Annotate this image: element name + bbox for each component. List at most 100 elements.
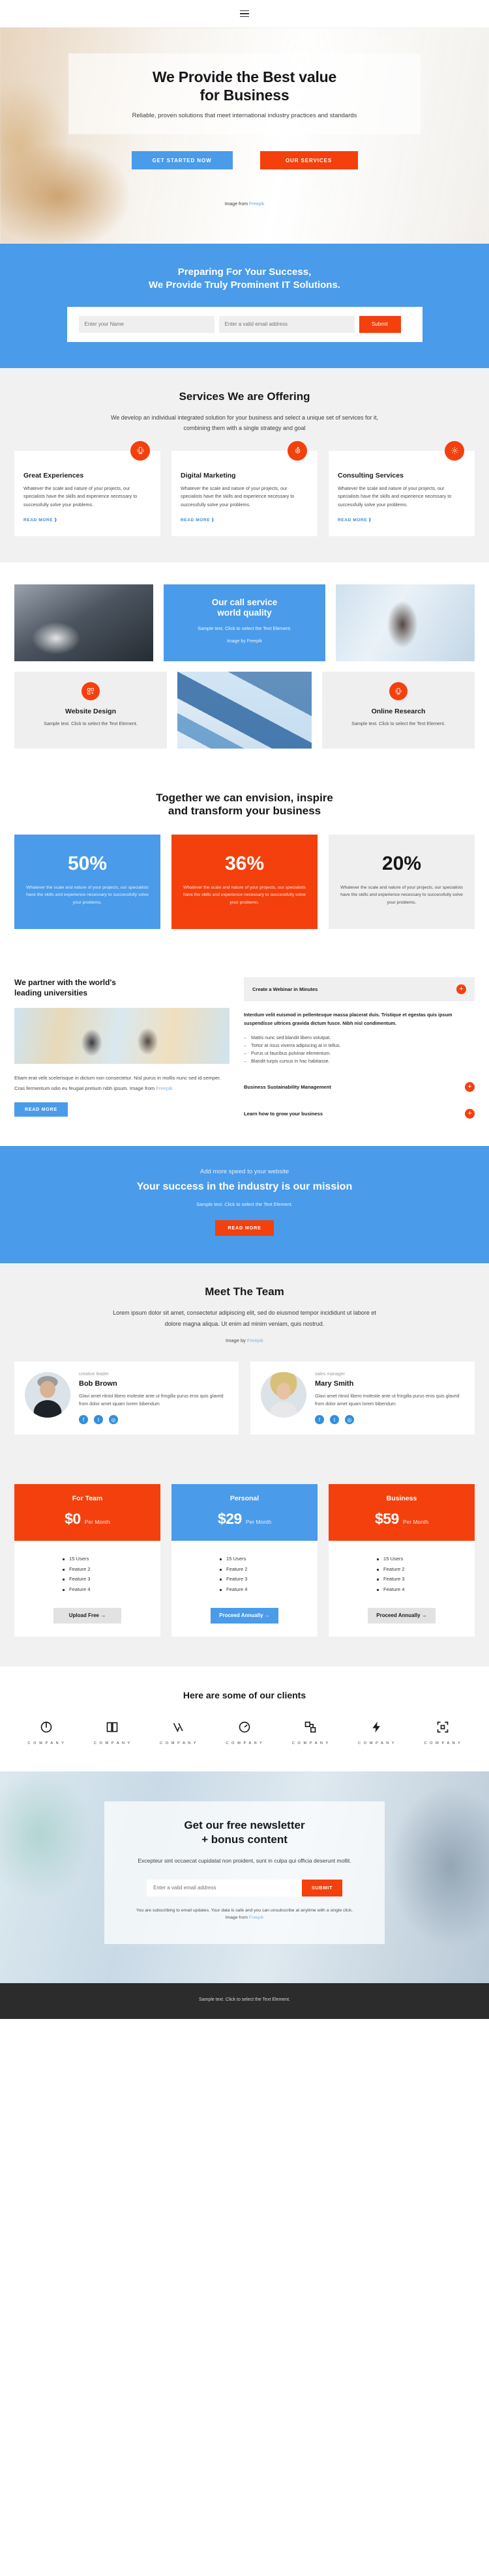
pricing-plan-card: Personal $29 Per Month 15 Users Feature … [171, 1484, 318, 1637]
universities-read-more-button[interactable]: READ MORE [14, 1102, 68, 1117]
hero-credit-link[interactable]: Freepik [249, 202, 264, 207]
accordion-grow-business[interactable]: Learn how to grow your business + [244, 1108, 475, 1119]
member-name: Mary Smith [315, 1380, 354, 1388]
twitter-icon[interactable]: t [330, 1415, 339, 1425]
stats-title-line2: and transform your business [168, 804, 321, 817]
classroom-photo [14, 1007, 230, 1064]
service-read-more-link[interactable]: READ MORE ⟫ [23, 517, 57, 522]
service-read-more-link[interactable]: READ MORE ⟫ [338, 517, 372, 522]
universities-left-column: We partner with the world's leading univ… [14, 977, 230, 1119]
plan-period: Per Month [402, 1519, 429, 1526]
subscribe-submit-button[interactable]: Submit [359, 315, 401, 333]
service-card[interactable]: Consulting Services Whatever the scale a… [329, 440, 475, 536]
accordion-create-webinar[interactable]: Create a Webinar in Minutes + [244, 977, 475, 1002]
team-credit-link[interactable]: Freepik [247, 1338, 263, 1343]
plan-header: Business $59 Per Month [329, 1484, 475, 1541]
squares-link-logo-icon [284, 1719, 337, 1736]
client-logo: C O M P A N Y [218, 1719, 271, 1745]
mobile-signal-icon [389, 681, 408, 700]
plan-cta-button[interactable]: Proceed Annually → [211, 1607, 278, 1624]
client-name: C O M P A N Y [291, 1741, 329, 1745]
stats-title-line1: Together we can envision, inspire [156, 791, 333, 804]
stat-text: Whatever the scale and nature of your pr… [340, 885, 463, 906]
avatar [261, 1372, 306, 1418]
newsletter-credit-link[interactable]: Freepik [249, 1915, 264, 1920]
plan-feature: Feature 2 [63, 1564, 112, 1575]
hero-title-line1: We Provide the Best value [152, 68, 337, 85]
member-bio: Glavi amet ritnisl libero molestie ante … [315, 1394, 460, 1407]
call-service-title: Our call service world quality [175, 597, 314, 620]
member-bio: Glavi amet ritnisl libero molestie ante … [79, 1394, 224, 1407]
plan-feature: Feature 4 [63, 1584, 112, 1595]
stats-row: 50% Whatever the scale and nature of you… [14, 834, 475, 930]
plan-cta-button[interactable]: Upload Free → [53, 1607, 121, 1624]
hero-image-credit: Image from Freepik [0, 202, 489, 207]
service-read-more-link[interactable]: READ MORE ⟫ [181, 517, 215, 522]
stats-title: Together we can envision, inspire and tr… [14, 792, 475, 818]
plan-price-row: $0 Per Month [22, 1510, 153, 1528]
plus-icon[interactable]: + [465, 1081, 475, 1092]
plan-feature: Feature 3 [220, 1574, 269, 1584]
accordion-label: Create a Webinar in Minutes [252, 986, 318, 993]
hero-text-panel: We Provide the Best value for Business R… [68, 53, 421, 134]
website-design-tile[interactable]: Website Design Sample text. Click to sel… [14, 671, 167, 749]
client-name: C O M P A N Y [226, 1741, 263, 1745]
stat-card: 36% Whatever the scale and nature of you… [171, 834, 318, 930]
newsletter-title-line2: + bonus content [201, 1833, 288, 1846]
double-chevron-logo-icon [152, 1719, 205, 1736]
plan-feature-list: 15 Users Feature 2 Feature 3 Feature 4 [377, 1541, 426, 1594]
hero-button-row: GET STARTED NOW OUR SERVICES [0, 151, 489, 169]
email-input[interactable] [218, 315, 355, 333]
accordion-label: Learn how to grow your business [244, 1110, 323, 1117]
get-started-button[interactable]: GET STARTED NOW [131, 151, 233, 169]
gallery-section: Our call service world quality Sample te… [0, 562, 489, 775]
newsletter-card: Get our free newsletter + bonus content … [104, 1801, 385, 1945]
newsletter-submit-button[interactable]: SUBMIT [302, 1879, 342, 1896]
plan-cta-button[interactable]: Proceed Annually → [368, 1607, 436, 1624]
stat-value: 36% [224, 852, 265, 874]
service-card[interactable]: Great Experiences Whatever the scale and… [14, 440, 160, 536]
hero-credit-prefix: Image from [224, 202, 249, 207]
universities-title-line2: leading universities [14, 988, 88, 998]
member-role: sales manager [315, 1372, 345, 1377]
universities-credit-link[interactable]: Freepik [156, 1085, 172, 1091]
bullet-item: Purus ut faucibus pulvinar elementum. [244, 1050, 475, 1057]
our-services-button[interactable]: OUR SERVICES [259, 151, 358, 169]
service-card-text: Whatever the scale and nature of your pr… [181, 485, 295, 508]
plan-feature-list: 15 Users Feature 2 Feature 3 Feature 4 [220, 1541, 269, 1594]
twitter-icon[interactable]: t [94, 1415, 103, 1425]
mission-sample-text: Sample text. Click to select the Text El… [196, 1201, 293, 1207]
client-logo: C O M P A N Y [416, 1719, 469, 1745]
subscribe-title-line2: We Provide Truly Prominent IT Solutions. [149, 279, 340, 291]
client-logo: C O M P A N Y [85, 1719, 139, 1745]
mission-eyebrow: Add more speed to your website [200, 1167, 289, 1175]
name-input[interactable] [78, 315, 215, 333]
call-title-line2: world quality [217, 608, 272, 618]
universities-body: Etiam erat velit scelerisque in dictum n… [14, 1074, 221, 1091]
layout-add-icon [82, 681, 100, 700]
instagram-icon[interactable]: ◎ [345, 1415, 354, 1425]
stats-section: Together we can envision, inspire and tr… [0, 774, 489, 956]
plan-feature: Feature 4 [220, 1584, 269, 1595]
subscribe-title-line1: Preparing For Your Success, [177, 266, 312, 278]
client-logo: C O M P A N Y [350, 1719, 404, 1745]
accordion-business-sustainability[interactable]: Business Sustainability Management + [244, 1081, 475, 1092]
service-card[interactable]: Digital Marketing Whatever the scale and… [171, 440, 318, 536]
newsletter-email-input[interactable] [147, 1879, 302, 1896]
mission-read-more-button[interactable]: READ MORE [215, 1220, 274, 1236]
plus-icon[interactable]: + [456, 984, 466, 995]
instagram-icon[interactable]: ◎ [109, 1415, 118, 1425]
facebook-icon[interactable]: f [79, 1415, 88, 1425]
plan-feature: Feature 2 [377, 1564, 426, 1575]
plus-icon[interactable]: + [465, 1108, 475, 1119]
hamburger-menu-icon[interactable] [240, 10, 249, 18]
facebook-icon[interactable]: f [315, 1415, 324, 1425]
pricing-section: For Team $0 Per Month 15 Users Feature 2… [0, 1462, 489, 1667]
online-research-tile[interactable]: Online Research Sample text. Click to se… [322, 671, 475, 749]
pricing-plan-card: Business $59 Per Month 15 Users Feature … [329, 1484, 475, 1637]
newsletter-lead: Excepteur sint occaecat cupidatat non pr… [138, 1857, 351, 1864]
circle-swirl-logo-icon [20, 1719, 73, 1736]
client-logo-row: C O M P A N Y C O M P A N Y C O M P A N … [14, 1719, 475, 1745]
plan-feature: 15 Users [63, 1554, 112, 1564]
pricing-plan-card: For Team $0 Per Month 15 Users Feature 2… [14, 1484, 160, 1637]
